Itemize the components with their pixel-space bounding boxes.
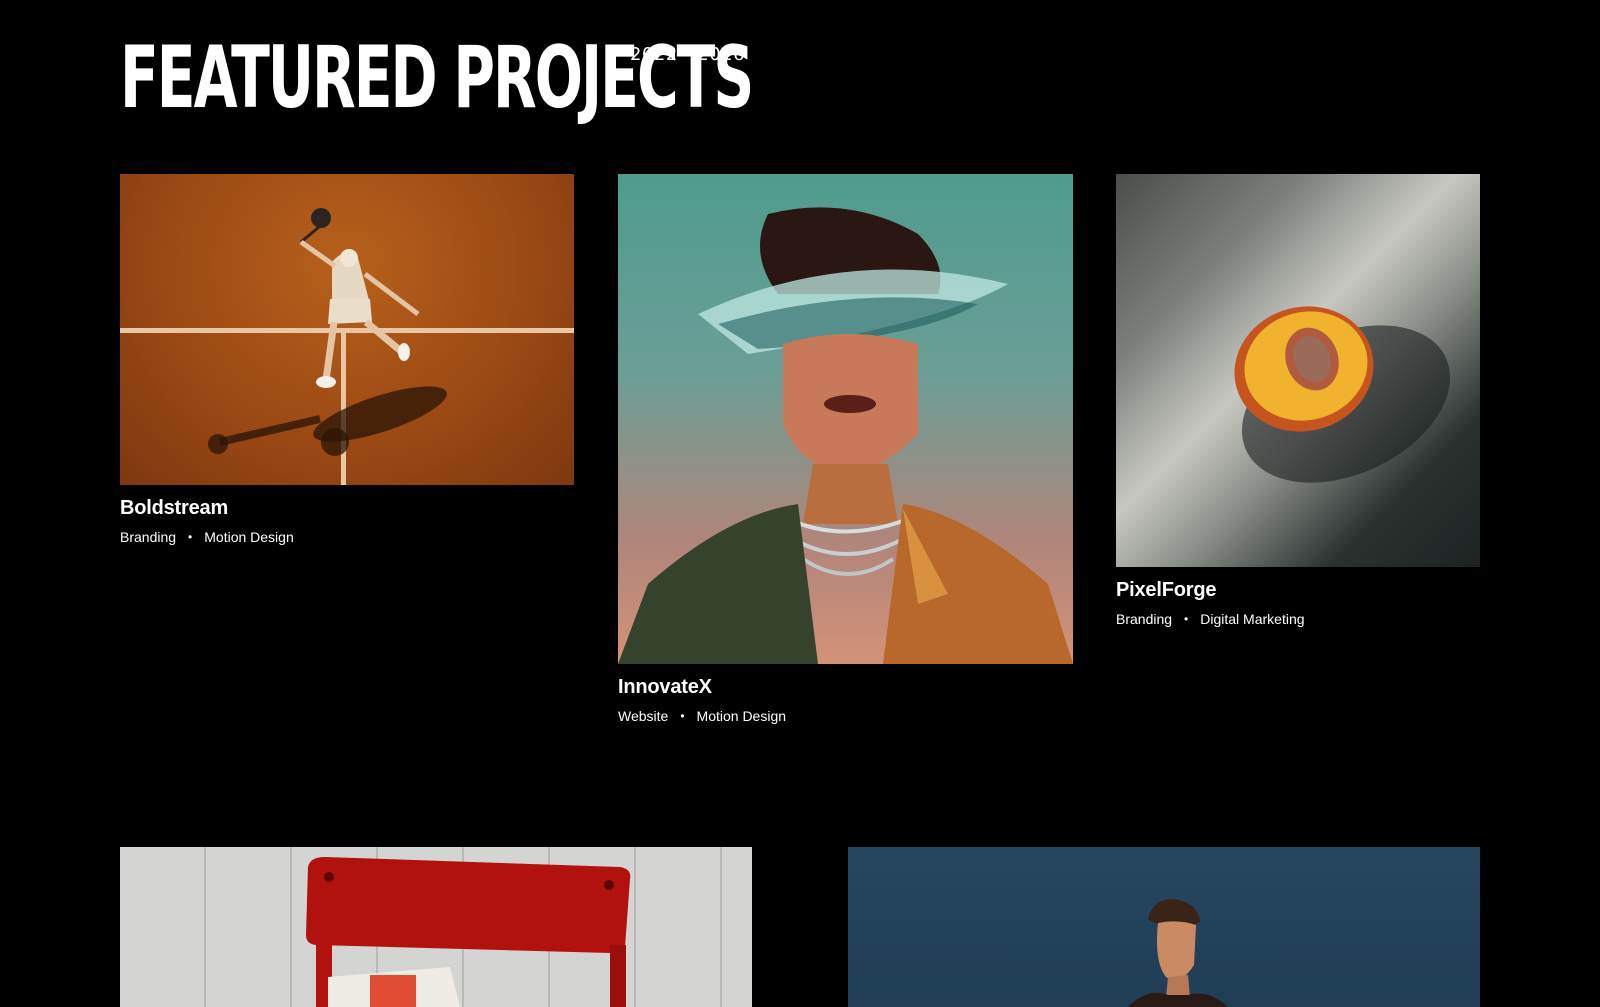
man-portrait-illustration [1128,899,1228,1007]
project-image-red-chair[interactable] [120,847,752,1007]
tag-separator: • [680,709,685,723]
page-header: FEATURED PROJECTS 2022 - 2026 [120,28,754,128]
project-image-tennis-player[interactable] [120,174,574,485]
peach-illustration [1234,306,1450,483]
project-tags: Website • Motion Design [618,708,1073,724]
project-card-red-chair[interactable] [120,847,752,1007]
project-card-innovatex[interactable]: InnovateX Website • Motion Design [618,174,1073,724]
project-tag: Branding [120,529,177,545]
project-title[interactable]: PixelForge [1116,579,1480,602]
portrait-illustration [618,207,1073,664]
project-tags: Branding • Digital Marketing [1116,611,1480,627]
project-tag: Website [618,708,669,724]
project-image-portrait[interactable] [618,174,1073,664]
project-tags: Branding • Motion Design [120,529,574,545]
project-card-man-portrait[interactable] [848,847,1480,1007]
project-tag: Motion Design [204,529,294,545]
tag-separator: • [188,530,193,544]
page-title: FEATURED PROJECTS [120,28,754,128]
project-title[interactable]: InnovateX [618,676,1073,699]
tag-separator: • [1184,612,1189,626]
project-tag: Digital Marketing [1200,611,1305,627]
project-card-boldstream[interactable]: Boldstream Branding • Motion Design [120,174,574,545]
project-tag: Motion Design [696,708,787,724]
tennis-player-illustration [208,208,447,456]
project-tag: Branding [1116,611,1173,627]
red-chair-illustration [306,857,631,1007]
project-image-man-portrait[interactable] [848,847,1480,1007]
project-image-peach[interactable] [1116,174,1480,567]
project-card-pixelforge[interactable]: PixelForge Branding • Digital Marketing [1116,174,1480,627]
project-title[interactable]: Boldstream [120,497,574,520]
